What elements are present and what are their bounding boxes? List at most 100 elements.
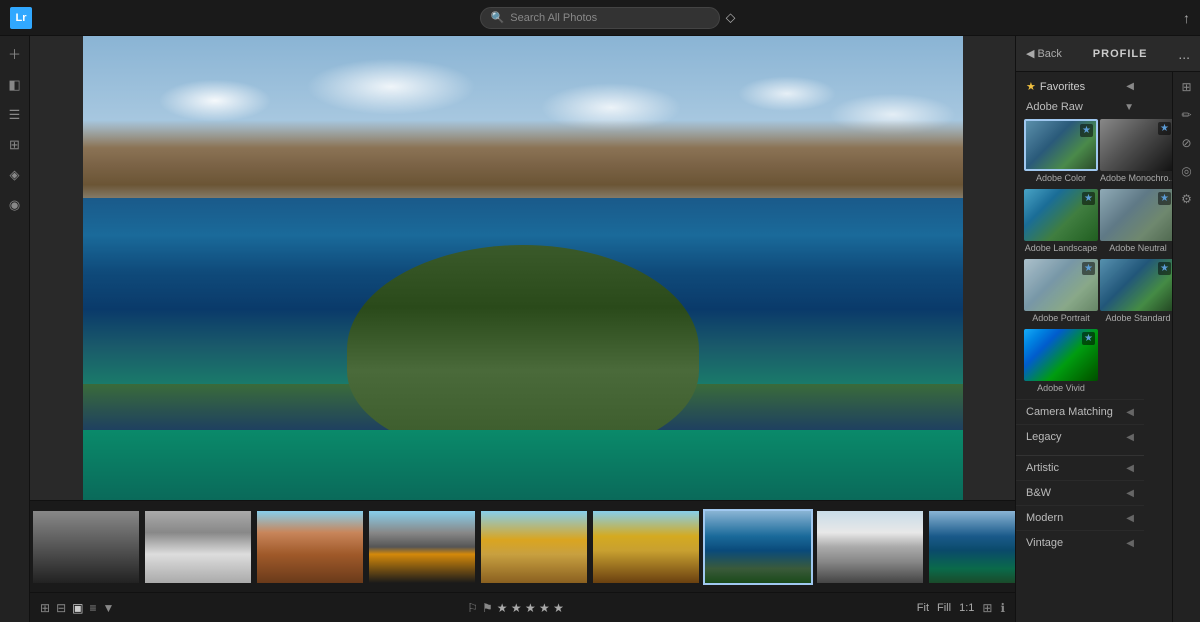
left-sidebar: ＋ ◧ ☰ ⊞ ◈ ◉ — [0, 36, 30, 622]
film-thumb-6[interactable] — [591, 509, 701, 585]
favorites-collapse-icon[interactable]: ◀ — [1126, 81, 1134, 92]
category-modern[interactable]: Modern ◀ — [1016, 505, 1144, 530]
export-icon[interactable]: ↑ — [1183, 10, 1190, 26]
rp-content: ★ Favorites ◀ Adobe Raw ▼ — [1016, 72, 1172, 622]
back-label: Back — [1037, 48, 1061, 60]
folders-icon[interactable]: ⊞ — [9, 137, 20, 153]
adobe-portrait-label: Adobe Portrait — [1024, 311, 1098, 327]
category-artistic[interactable]: Artistic ◀ — [1016, 455, 1144, 480]
crop-tool-icon[interactable]: ⊘ — [1181, 136, 1191, 150]
adobe-raw-header[interactable]: Adobe Raw ▼ — [1016, 97, 1144, 117]
modern-chevron: ◀ — [1126, 513, 1134, 524]
adobe-landscape-star: ★ — [1082, 192, 1095, 205]
profile-item-adobe-color[interactable]: ★ Adobe Color — [1024, 119, 1098, 187]
search-icon: 🔍 — [491, 11, 505, 24]
topbar: Lr 🔍 Search All Photos ⬦ ↑ — [0, 0, 1200, 36]
profile-thumb-adobe-landscape: ★ — [1024, 189, 1098, 241]
main-area: ＋ ◧ ☰ ⊞ ◈ ◉ — [0, 36, 1200, 622]
profile-item-adobe-landscape[interactable]: ★ Adobe Landscape — [1024, 189, 1098, 257]
star-rating[interactable]: ★ ★ ★ ★ ★ — [497, 601, 564, 615]
search-bar[interactable]: 🔍 Search All Photos — [480, 7, 720, 29]
category-camera-matching[interactable]: Camera Matching ◀ — [1016, 399, 1144, 424]
navigator-icon[interactable]: ◧ — [8, 77, 20, 93]
flag-icon-2[interactable]: ⚑ — [482, 601, 493, 615]
favorites-star-icon: ★ — [1026, 80, 1036, 93]
add-icon[interactable]: ＋ — [8, 44, 21, 63]
more-button[interactable]: ... — [1178, 46, 1190, 62]
film-thumb-4[interactable] — [367, 509, 477, 585]
center-area: ⊞ ⊟ ▣ ≡ ▼ ⚐ ⚑ ★ ★ ★ ★ ★ Fit Fill 1:1 ⊞ ℹ — [30, 36, 1015, 622]
chevron-down-icon[interactable]: ▼ — [102, 601, 114, 615]
profile-thumb-adobe-monochrome: ★ — [1100, 119, 1172, 171]
profile-thumb-adobe-standard: ★ — [1100, 259, 1172, 311]
camera-matching-chevron: ◀ — [1126, 407, 1134, 418]
adobe-neutral-star: ★ — [1158, 192, 1171, 205]
filter-tool-icon[interactable]: ◎ — [1181, 164, 1191, 178]
film-thumb-1[interactable] — [31, 509, 141, 585]
fit-button[interactable]: Fit — [917, 602, 929, 614]
fill-button[interactable]: Fill — [937, 602, 951, 614]
bottom-center: ⚐ ⚑ ★ ★ ★ ★ ★ — [467, 601, 564, 615]
adobe-color-label: Adobe Color — [1024, 171, 1098, 187]
adobe-raw-chevron: ▼ — [1124, 102, 1134, 113]
adobe-color-star: ★ — [1080, 124, 1093, 137]
adobe-portrait-star: ★ — [1082, 262, 1095, 275]
back-arrow-icon: ◀ — [1026, 47, 1034, 60]
adobe-vivid-label: Adobe Vivid — [1024, 381, 1098, 397]
right-tools: ⊞ ✏ ⊘ ◎ ⚙ — [1172, 72, 1200, 622]
film-thumb-7[interactable] — [703, 509, 813, 585]
rp-header: ◀ Back PROFILE ... — [1016, 36, 1200, 72]
catalog-icon[interactable]: ☰ — [9, 107, 21, 123]
profile-item-adobe-portrait[interactable]: ★ Adobe Portrait — [1024, 259, 1098, 327]
filter-icon[interactable]: ⬦ — [726, 9, 736, 26]
favorites-label: ★ Favorites — [1026, 80, 1085, 93]
topbar-center: 🔍 Search All Photos ⬦ — [480, 7, 736, 29]
legacy-chevron: ◀ — [1126, 432, 1134, 443]
profile-grid: ★ Adobe Color ★ Adobe Monochro... — [1016, 117, 1144, 399]
collections-icon[interactable]: ◈ — [10, 167, 20, 183]
brush-tool-icon[interactable]: ✏ — [1181, 108, 1191, 122]
film-thumb-2[interactable] — [143, 509, 253, 585]
category-legacy[interactable]: Legacy ◀ — [1016, 424, 1144, 449]
film-thumb-8[interactable] — [815, 509, 925, 585]
profile-item-adobe-monochrome[interactable]: ★ Adobe Monochro... — [1100, 119, 1172, 187]
grid-tool-icon[interactable]: ⊞ — [1181, 80, 1191, 94]
film-thumb-9[interactable] — [927, 509, 1015, 585]
right-panel: ◀ Back PROFILE ... ★ Favorites ◀ Adob — [1015, 36, 1200, 622]
bw-chevron: ◀ — [1126, 488, 1134, 499]
back-button[interactable]: ◀ Back — [1026, 47, 1062, 60]
favorites-text: Favorites — [1040, 81, 1085, 93]
publish-icon[interactable]: ◉ — [9, 197, 20, 213]
adobe-standard-star: ★ — [1158, 262, 1171, 275]
adobe-vivid-star: ★ — [1082, 332, 1095, 345]
main-photo — [83, 36, 963, 500]
profile-item-adobe-vivid[interactable]: ★ Adobe Vivid — [1024, 329, 1098, 397]
bottom-right: Fit Fill 1:1 ⊞ ℹ — [917, 601, 1005, 615]
flag-icon-1[interactable]: ⚐ — [467, 601, 478, 615]
zoom-button[interactable]: 1:1 — [959, 602, 974, 614]
artistic-chevron: ◀ — [1126, 463, 1134, 474]
settings-tool-icon[interactable]: ⚙ — [1181, 192, 1192, 206]
grid-large-icon[interactable]: ⊞ — [40, 601, 50, 615]
profile-item-adobe-neutral[interactable]: ★ Adobe Neutral — [1100, 189, 1172, 257]
grid-medium-icon[interactable]: ⊟ — [56, 601, 66, 615]
compare-icon[interactable]: ⊞ — [982, 601, 992, 615]
topbar-right: ↑ — [1183, 10, 1190, 26]
film-thumb-3[interactable] — [255, 509, 365, 585]
survey-icon[interactable]: ≡ — [89, 601, 96, 615]
bw-label: B&W — [1026, 487, 1051, 499]
info-icon[interactable]: ℹ — [1000, 601, 1005, 615]
filmstrip — [30, 500, 1015, 592]
bottom-left: ⊞ ⊟ ▣ ≡ ▼ — [40, 601, 114, 615]
foreground-water-layer — [83, 430, 963, 500]
profile-item-adobe-standard[interactable]: ★ Adobe Standard — [1100, 259, 1172, 327]
category-bw[interactable]: B&W ◀ — [1016, 480, 1144, 505]
adobe-monochrome-star: ★ — [1158, 122, 1171, 135]
profile-title: PROFILE — [1070, 48, 1170, 60]
adobe-raw-label: Adobe Raw — [1026, 101, 1083, 113]
modern-label: Modern — [1026, 512, 1063, 524]
film-thumb-5[interactable] — [479, 509, 589, 585]
artistic-label: Artistic — [1026, 462, 1059, 474]
loupe-icon[interactable]: ▣ — [72, 601, 83, 615]
category-vintage[interactable]: Vintage ◀ — [1016, 530, 1144, 555]
